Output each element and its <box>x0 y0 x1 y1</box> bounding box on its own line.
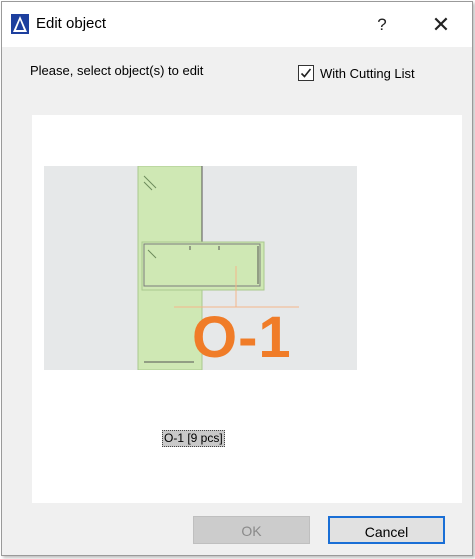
title-bar[interactable]: Edit object ? ✕ <box>2 2 472 47</box>
preview-canvas[interactable]: O-1 <box>44 165 357 371</box>
object-preview-panel: O-1 O-1 [9 pcs] <box>32 115 462 503</box>
dialog-title: Edit object <box>36 15 107 32</box>
checkmark-icon <box>300 68 312 78</box>
instruction-text: Please, select object(s) to edit <box>30 63 204 78</box>
cutting-list-label: With Cutting List <box>320 65 415 81</box>
selected-item-label[interactable]: O-1 [9 pcs] <box>162 430 225 447</box>
ok-button[interactable]: OK <box>193 516 310 544</box>
part-mark: O-1 <box>192 305 292 370</box>
edit-object-dialog: Edit object ? ✕ Please, select object(s)… <box>1 1 473 556</box>
cancel-button[interactable]: Cancel <box>328 516 445 544</box>
help-button[interactable]: ? <box>370 12 394 38</box>
checkbox-box[interactable] <box>298 65 314 81</box>
cutting-list-checkbox[interactable]: With Cutting List <box>298 63 415 83</box>
close-button[interactable]: ✕ <box>427 11 455 39</box>
app-logo-icon <box>11 14 29 34</box>
